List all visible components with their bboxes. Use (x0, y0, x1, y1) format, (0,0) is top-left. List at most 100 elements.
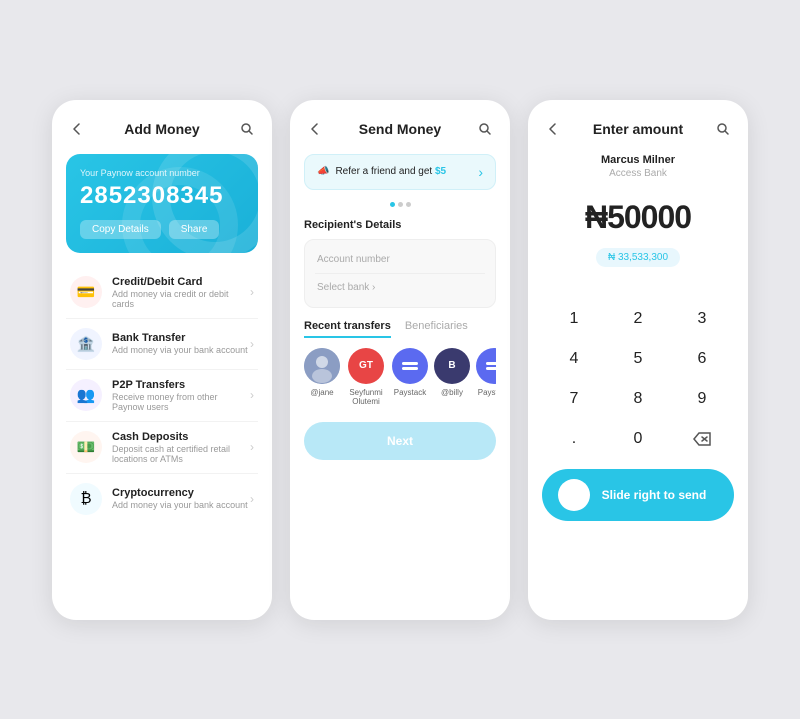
credit-chevron-icon: › (250, 285, 254, 299)
referral-icon: 📣 (317, 166, 329, 177)
seyfunmi-avatar: GT (348, 348, 384, 384)
key-0[interactable]: 0 (606, 419, 670, 459)
referral-left: 📣 Refer a friend and get $5 (317, 166, 446, 177)
p2p-chevron-icon: › (250, 388, 254, 402)
copy-btn[interactable]: Copy Details (80, 220, 161, 239)
menu-bank-title: Bank Transfer (112, 332, 250, 344)
contacts-row: @jane GT Seyfunmi Olutemi Paystack B @bi… (304, 348, 496, 406)
dot-3 (406, 202, 411, 207)
crypto-icon: ₿ (70, 483, 102, 515)
account-label: Your Paynow account number (80, 168, 244, 178)
menu-bank-transfer[interactable]: 🏦 Bank Transfer Add money via your bank … (66, 319, 258, 370)
paystack2-name: Paystack (478, 388, 496, 397)
billy-name: @billy (441, 388, 463, 397)
recipient-form: Account number Select bank › (304, 239, 496, 308)
beneficiaries-tab[interactable]: Beneficiaries (405, 320, 468, 338)
key-dot[interactable]: . (542, 419, 606, 459)
bank-chevron-icon: › (250, 337, 254, 351)
screen3-title: Enter amount (564, 121, 712, 137)
slide-circle (558, 479, 590, 511)
account-card: Your Paynow account number 2852308345 Co… (66, 154, 258, 253)
seyfunmi-name: Seyfunmi Olutemi (346, 388, 386, 406)
menu-p2p-sub: Receive money from other Paynow users (112, 392, 250, 412)
referral-text: Refer a friend and get $5 (335, 166, 446, 177)
screen2-header: Send Money (304, 118, 496, 140)
menu-p2p[interactable]: 👥 P2P Transfers Receive money from other… (66, 370, 258, 422)
menu-cash[interactable]: 💵 Cash Deposits Deposit cash at certifie… (66, 422, 258, 474)
slide-label: Slide right to send (590, 488, 718, 502)
menu-credit-text: Credit/Debit Card Add money via credit o… (112, 276, 250, 309)
dot-1 (390, 202, 395, 207)
key-delete[interactable] (670, 419, 734, 459)
account-number-input[interactable]: Account number (315, 246, 485, 274)
slide-to-send-button[interactable]: Slide right to send (542, 469, 734, 521)
balance-chip: ₦ 33,533,300 (596, 248, 680, 267)
contact-paystack1[interactable]: Paystack (392, 348, 428, 406)
screen1-back-icon[interactable] (66, 118, 88, 140)
transfers-tabs: Recent transfers Beneficiaries (304, 320, 496, 338)
enter-amount-screen: Enter amount Marcus Milner Access Bank ₦… (528, 100, 748, 620)
next-button[interactable]: Next (304, 422, 496, 460)
bank-placeholder: Select bank › (317, 282, 375, 293)
bank-transfer-icon: 🏦 (70, 328, 102, 360)
screen1-search-icon[interactable] (236, 118, 258, 140)
p2p-icon: 👥 (70, 379, 102, 411)
add-money-screen: Add Money Your Paynow account number 285… (52, 100, 272, 620)
menu-crypto-text: Cryptocurrency Add money via your bank a… (112, 487, 250, 510)
referral-banner[interactable]: 📣 Refer a friend and get $5 › (304, 154, 496, 190)
key-1[interactable]: 1 (542, 299, 606, 339)
select-bank-input[interactable]: Select bank › (315, 274, 485, 301)
recipient-info: Marcus Milner Access Bank (542, 154, 734, 179)
cash-chevron-icon: › (250, 440, 254, 454)
credit-card-icon: 💳 (70, 276, 102, 308)
key-6[interactable]: 6 (670, 339, 734, 379)
share-btn[interactable]: Share (169, 220, 220, 239)
balance-row: ₦ 33,533,300 (542, 248, 734, 283)
contact-jane[interactable]: @jane (304, 348, 340, 406)
recipient-section-label: Recipient's Details (304, 219, 496, 231)
menu-credit-card[interactable]: 💳 Credit/Debit Card Add money via credit… (66, 267, 258, 319)
recipient-name: Marcus Milner (542, 154, 734, 166)
key-8[interactable]: 8 (606, 379, 670, 419)
menu-credit-title: Credit/Debit Card (112, 276, 250, 288)
referral-chevron-icon: › (478, 164, 483, 180)
paystack1-name: Paystack (394, 388, 426, 397)
dot-2 (398, 202, 403, 207)
jane-name: @jane (310, 388, 333, 397)
menu-crypto[interactable]: ₿ Cryptocurrency Add money via your bank… (66, 474, 258, 524)
recipient-bank: Access Bank (542, 168, 734, 179)
key-4[interactable]: 4 (542, 339, 606, 379)
referral-amount: $5 (435, 166, 446, 177)
key-3[interactable]: 3 (670, 299, 734, 339)
screen3-header: Enter amount (542, 118, 734, 140)
amount-display: ₦50000 (542, 199, 734, 236)
contact-seyfunmi[interactable]: GT Seyfunmi Olutemi (346, 348, 386, 406)
key-9[interactable]: 9 (670, 379, 734, 419)
menu-crypto-sub: Add money via your bank account (112, 500, 250, 510)
cash-icon: 💵 (70, 431, 102, 463)
screen2-search-icon[interactable] (474, 118, 496, 140)
jane-avatar (304, 348, 340, 384)
screen1-header: Add Money (66, 118, 258, 140)
paystack2-avatar (476, 348, 496, 384)
menu-cash-title: Cash Deposits (112, 431, 250, 443)
crypto-chevron-icon: › (250, 492, 254, 506)
key-2[interactable]: 2 (606, 299, 670, 339)
banner-dots (304, 202, 496, 207)
screen3-back-icon[interactable] (542, 118, 564, 140)
menu-cash-sub: Deposit cash at certified retail locatio… (112, 444, 250, 464)
card-actions: Copy Details Share (80, 220, 244, 239)
contact-paystack2[interactable]: Paystack (476, 348, 496, 406)
menu-cash-text: Cash Deposits Deposit cash at certified … (112, 431, 250, 464)
screen2-title: Send Money (326, 121, 474, 137)
screen2-back-icon[interactable] (304, 118, 326, 140)
recent-transfers-tab[interactable]: Recent transfers (304, 320, 391, 338)
screen3-search-icon[interactable] (712, 118, 734, 140)
menu-credit-sub: Add money via credit or debit cards (112, 289, 250, 309)
contact-billy[interactable]: B @billy (434, 348, 470, 406)
screen1-title: Add Money (88, 121, 236, 137)
key-7[interactable]: 7 (542, 379, 606, 419)
numpad: 1 2 3 4 5 6 7 8 9 . 0 (542, 299, 734, 459)
key-5[interactable]: 5 (606, 339, 670, 379)
menu-bank-sub: Add money via your bank account (112, 345, 250, 355)
